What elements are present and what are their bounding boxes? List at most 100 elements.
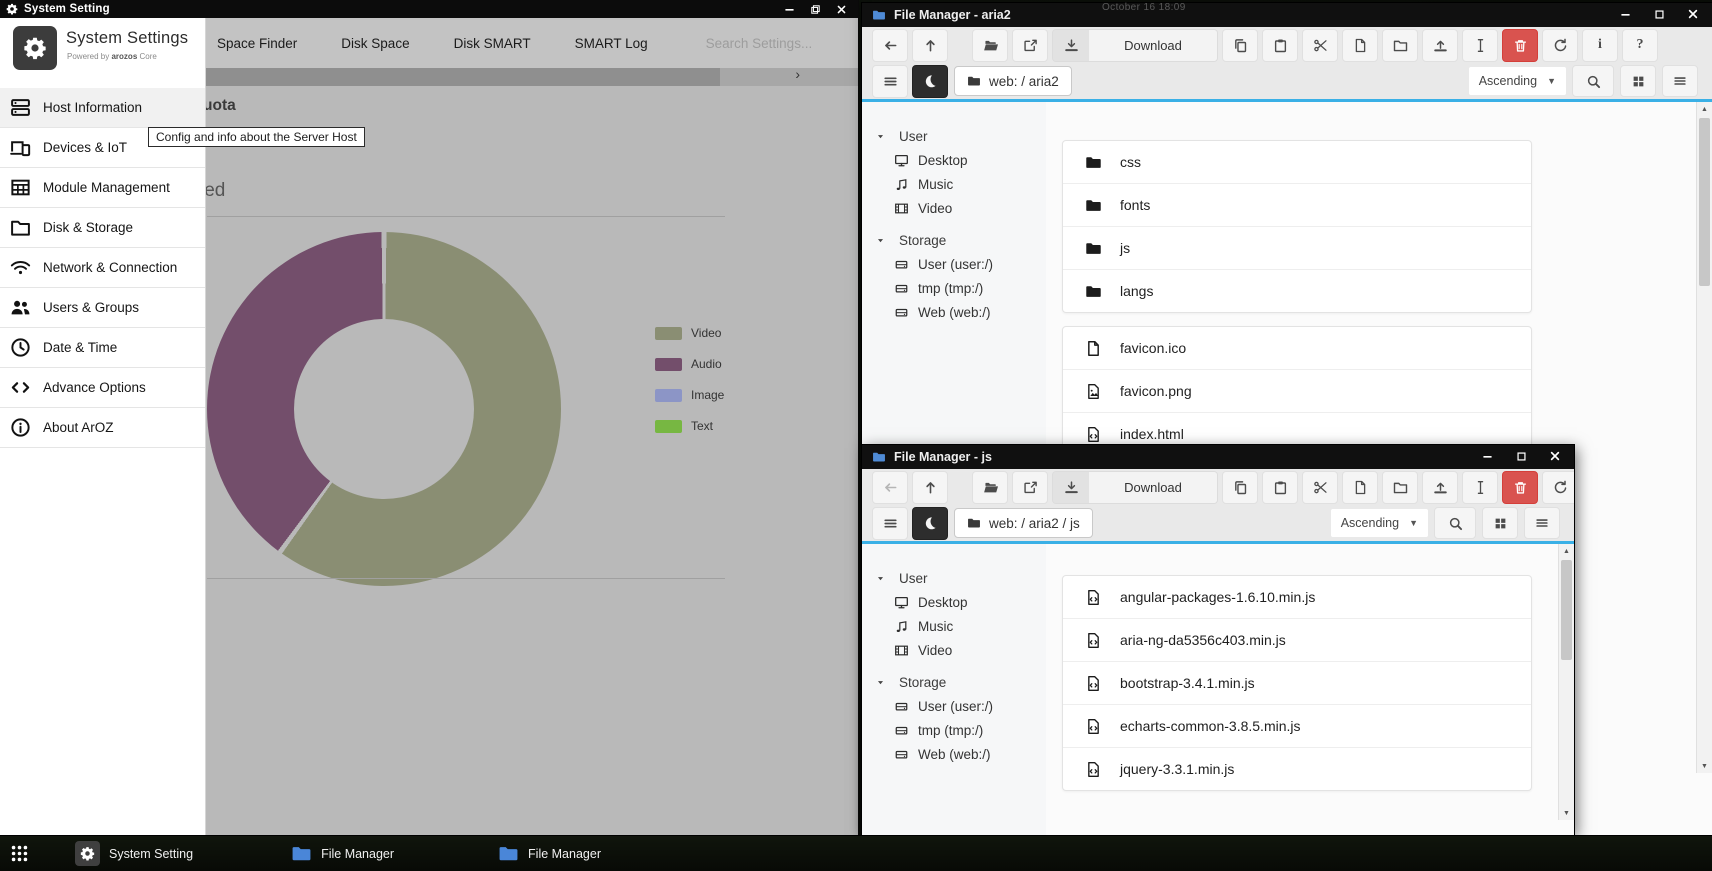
sidebar-item-date-time[interactable]: Date & Time [0, 328, 205, 368]
open-folder-button[interactable] [972, 29, 1008, 62]
scrollbar-thumb[interactable] [1561, 560, 1572, 660]
file-row-bootstrap-3-4-1-min-js[interactable]: bootstrap-3.4.1.min.js [1063, 662, 1531, 705]
search-button[interactable] [1434, 507, 1476, 539]
up-button[interactable] [912, 471, 948, 504]
tab-disk-space[interactable]: Disk Space [341, 36, 409, 51]
sidebar-item-advance-options[interactable]: Advance Options [0, 368, 205, 408]
back-button[interactable] [872, 29, 908, 62]
file-row-echarts-common-3-8-5-min-js[interactable]: echarts-common-3.8.5.min.js [1063, 705, 1531, 748]
tree-item-web-web[interactable]: Web (web:/) [862, 742, 1046, 766]
grid-view-button[interactable] [1620, 65, 1656, 97]
tab-scrollbar[interactable]: › [205, 68, 858, 86]
new-file-button[interactable] [1342, 471, 1378, 504]
file-row-jquery-3-3-1-min-js[interactable]: jquery-3.3.1.min.js [1063, 748, 1531, 790]
download-button[interactable]: Download [1052, 471, 1218, 504]
tree-item-web-web[interactable]: Web (web:/) [862, 300, 1046, 324]
refresh-button[interactable] [1542, 29, 1578, 62]
file-row-favicon-png[interactable]: favicon.png [1063, 370, 1531, 413]
new-folder-button[interactable] [1382, 471, 1418, 504]
tab-space-finder[interactable]: Space Finder [217, 36, 297, 51]
menu-button[interactable] [872, 65, 908, 98]
sidebar-item-disk-storage[interactable]: Disk & Storage [0, 208, 205, 248]
app-launcher-button[interactable] [10, 844, 29, 863]
minimize-button[interactable] [776, 2, 802, 16]
new-file-button[interactable] [1342, 29, 1378, 62]
search-button[interactable] [1572, 65, 1614, 97]
rename-button[interactable] [1462, 471, 1498, 504]
folder-row-css[interactable]: css [1063, 141, 1531, 184]
breadcrumb[interactable]: web: / aria2 / js [954, 508, 1093, 538]
sidebar-item-about-aroz[interactable]: About ArOZ [0, 408, 205, 448]
rename-button[interactable] [1462, 29, 1498, 62]
tree-item-desktop[interactable]: Desktop [862, 590, 1046, 614]
maximize-button[interactable] [1508, 449, 1534, 463]
scrollbar[interactable]: ▲ ▼ [1558, 544, 1574, 820]
dark-mode-button[interactable] [912, 65, 948, 98]
tree-group-storage[interactable]: Storage [862, 670, 1046, 694]
folder-row-fonts[interactable]: fonts [1063, 184, 1531, 227]
chevron-right-icon[interactable]: › [795, 66, 800, 82]
tree-item-user-user[interactable]: User (user:/) [862, 252, 1046, 276]
scrollbar-thumb[interactable] [1699, 118, 1710, 286]
list-view-button[interactable] [1662, 65, 1698, 97]
scroll-up-icon[interactable]: ▲ [1697, 102, 1712, 116]
tree-group-storage[interactable]: Storage [862, 228, 1046, 252]
paste-button[interactable] [1262, 29, 1298, 62]
scroll-up-icon[interactable]: ▲ [1559, 544, 1574, 558]
taskbar-item-file-manager-2[interactable]: File Manager [492, 836, 607, 871]
restore-button[interactable] [802, 2, 828, 16]
minimize-button[interactable] [1474, 449, 1500, 463]
fm2-titlebar[interactable]: File Manager - js [862, 445, 1574, 469]
minimize-button[interactable] [1612, 7, 1638, 21]
list-view-button[interactable] [1524, 507, 1560, 539]
search-settings-input[interactable]: Search Settings... [706, 36, 813, 51]
cut-button[interactable] [1302, 471, 1338, 504]
open-new-window-button[interactable] [1012, 29, 1048, 62]
file-row-angular-packages-1-6-10-min-js[interactable]: angular-packages-1.6.10.min.js [1063, 576, 1531, 619]
open-new-window-button[interactable] [1012, 471, 1048, 504]
taskbar-item-system-setting-0[interactable]: System Setting [69, 836, 199, 871]
folder-row-langs[interactable]: langs [1063, 270, 1531, 312]
file-row-favicon-ico[interactable]: favicon.ico [1063, 327, 1531, 370]
tree-item-video[interactable]: Video [862, 196, 1046, 220]
file-row-aria-ng-da5356c403-min-js[interactable]: aria-ng-da5356c403.min.js [1063, 619, 1531, 662]
delete-button[interactable] [1502, 471, 1538, 504]
download-button[interactable]: Download [1052, 29, 1218, 62]
scrollbar[interactable]: ▲ ▼ [1696, 102, 1712, 773]
delete-button[interactable] [1502, 29, 1538, 62]
refresh-button[interactable] [1542, 471, 1574, 504]
paste-button[interactable] [1262, 471, 1298, 504]
sort-order-dropdown[interactable]: Ascending▼ [1469, 67, 1566, 95]
scroll-down-icon[interactable]: ▼ [1697, 759, 1712, 773]
maximize-button[interactable] [1646, 7, 1672, 21]
tree-item-user-user[interactable]: User (user:/) [862, 694, 1046, 718]
tree-group-user[interactable]: User [862, 566, 1046, 590]
tree-item-video[interactable]: Video [862, 638, 1046, 662]
upload-button[interactable] [1422, 471, 1458, 504]
breadcrumb[interactable]: web: / aria2 [954, 66, 1072, 96]
close-button[interactable] [1680, 7, 1706, 21]
sort-order-dropdown[interactable]: Ascending▼ [1331, 509, 1428, 537]
help-button[interactable]: ? [1622, 29, 1658, 62]
open-folder-button[interactable] [972, 471, 1008, 504]
tab-scrollbar-thumb[interactable] [205, 68, 720, 86]
tree-item-tmp-tmp[interactable]: tmp (tmp:/) [862, 718, 1046, 742]
sidebar-item-network-connection[interactable]: Network & Connection [0, 248, 205, 288]
cut-button[interactable] [1302, 29, 1338, 62]
taskbar-item-file-manager-1[interactable]: File Manager [285, 836, 400, 871]
tree-item-music[interactable]: Music [862, 614, 1046, 638]
tab-disk-smart[interactable]: Disk SMART [454, 36, 531, 51]
system-settings-titlebar[interactable]: System Setting [0, 0, 858, 18]
close-button[interactable] [828, 2, 854, 16]
tree-item-tmp-tmp[interactable]: tmp (tmp:/) [862, 276, 1046, 300]
dark-mode-button[interactable] [912, 507, 948, 540]
up-button[interactable] [912, 29, 948, 62]
tree-group-user[interactable]: User [862, 124, 1046, 148]
back-button[interactable] [872, 471, 908, 504]
fm1-titlebar[interactable]: File Manager - aria2 October 16 18:09 [862, 3, 1712, 27]
menu-button[interactable] [872, 507, 908, 540]
new-folder-button[interactable] [1382, 29, 1418, 62]
sidebar-item-users-groups[interactable]: Users & Groups [0, 288, 205, 328]
sidebar-item-host-information[interactable]: Host Information [0, 88, 205, 128]
sidebar-item-module-management[interactable]: Module Management [0, 168, 205, 208]
